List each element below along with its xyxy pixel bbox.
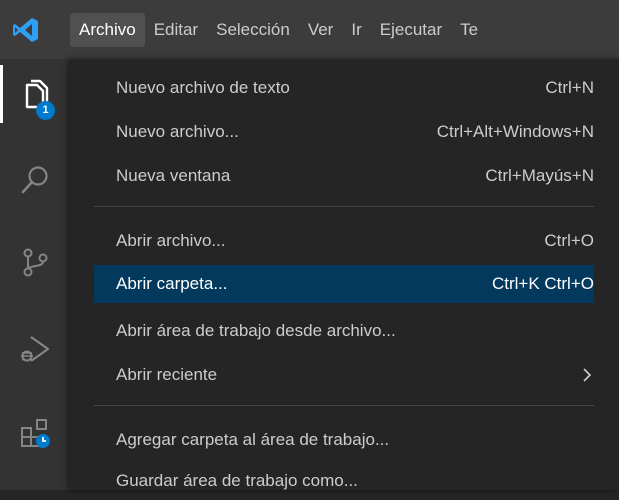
menu-seleccion[interactable]: Selección	[207, 13, 299, 47]
menu-ejecutar[interactable]: Ejecutar	[371, 13, 451, 47]
menu-item-save-workspace-as[interactable]: Guardar área de trabajo como...	[94, 462, 594, 500]
activity-extensions[interactable]	[0, 399, 70, 469]
explorer-badge: 1	[36, 101, 55, 120]
menu-item-shortcut: Ctrl+N	[545, 78, 594, 97]
menu-bar: Archivo Editar Selección Ver Ir Ejecutar…	[70, 13, 487, 47]
menu-item-shortcut: Ctrl+Alt+Windows+N	[436, 122, 594, 141]
menu-terminal[interactable]: Te	[451, 13, 487, 47]
menu-item-label: Nueva ventana	[116, 166, 231, 185]
menu-item-label: Abrir área de trabajo desde archivo...	[116, 321, 396, 340]
activity-search[interactable]	[0, 145, 70, 215]
menu-item-open-file[interactable]: Abrir archivo... Ctrl+O	[94, 222, 594, 260]
vscode-logo-icon[interactable]	[12, 16, 40, 44]
menu-item-label: Abrir archivo...	[116, 231, 226, 250]
menu-item-shortcut: Ctrl+K Ctrl+O	[491, 274, 594, 293]
file-menu-dropdown: Nuevo archivo de texto Ctrl+N Nuevo arch…	[70, 59, 619, 490]
menu-separator	[94, 405, 594, 406]
menu-item-shortcut: Ctrl+O	[544, 231, 594, 250]
title-bar: Archivo Editar Selección Ver Ir Ejecutar…	[0, 0, 619, 59]
menu-item-open-workspace-from-file[interactable]: Abrir área de trabajo desde archivo...	[94, 312, 594, 350]
menu-item-label: Abrir carpeta...	[116, 274, 228, 293]
activity-run-debug[interactable]	[0, 314, 70, 384]
menu-item-label: Nuevo archivo de texto	[116, 78, 290, 97]
menu-archivo[interactable]: Archivo	[70, 13, 145, 47]
menu-ir[interactable]: Ir	[342, 13, 370, 47]
chevron-right-icon	[583, 368, 592, 382]
menu-separator	[94, 206, 594, 207]
menu-item-label: Agregar carpeta al área de trabajo...	[116, 430, 390, 449]
menu-item-open-folder[interactable]: Abrir carpeta... Ctrl+K Ctrl+O	[94, 265, 594, 303]
menu-item-new-window[interactable]: Nueva ventana Ctrl+Mayús+N	[94, 157, 594, 195]
menu-item-label: Guardar área de trabajo como...	[116, 471, 358, 490]
menu-item-label: Abrir reciente	[116, 365, 218, 384]
run-debug-icon	[21, 336, 50, 362]
extensions-icon	[21, 419, 50, 448]
activity-explorer[interactable]: 1	[0, 59, 70, 129]
activity-source-control[interactable]	[0, 227, 70, 297]
search-icon	[21, 166, 48, 194]
menu-item-add-folder-to-workspace[interactable]: Agregar carpeta al área de trabajo...	[94, 421, 594, 459]
source-control-icon	[23, 248, 48, 277]
menu-item-open-recent[interactable]: Abrir reciente	[94, 356, 594, 394]
menu-item-label: Nuevo archivo...	[116, 122, 239, 141]
activity-bar: 1	[0, 59, 70, 490]
menu-editar[interactable]: Editar	[145, 13, 207, 47]
menu-item-new-file[interactable]: Nuevo archivo... Ctrl+Alt+Windows+N	[94, 113, 594, 151]
menu-ver[interactable]: Ver	[299, 13, 343, 47]
menu-item-shortcut: Ctrl+Mayús+N	[485, 166, 594, 185]
menu-item-new-text-file[interactable]: Nuevo archivo de texto Ctrl+N	[94, 69, 594, 107]
